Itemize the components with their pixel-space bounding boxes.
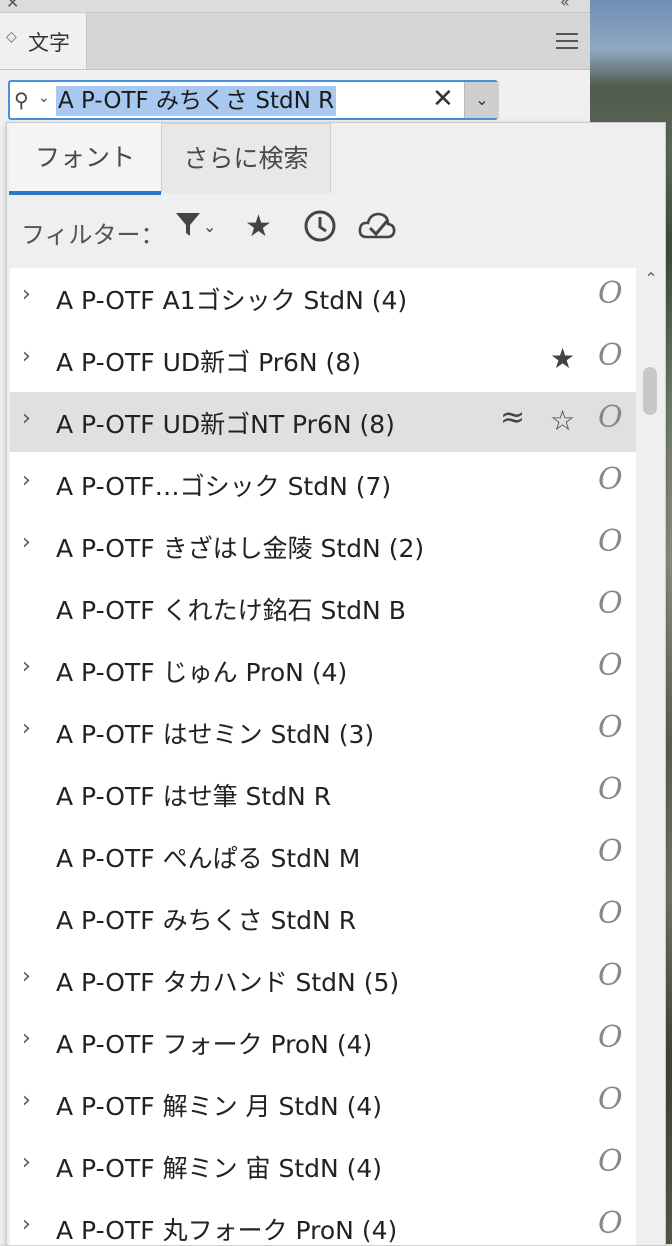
expand-chevron-icon[interactable]: › — [22, 1026, 31, 1051]
collapse-panel-icon[interactable]: « — [560, 0, 570, 11]
font-list-item[interactable]: A P-OTF くれたけ銘石 StdN B O — [10, 578, 636, 638]
font-name: A P-OTF…ゴシック StdN (7) — [56, 472, 392, 501]
font-name: A P-OTF タカハンド StdN (5) — [56, 968, 400, 997]
show-similar-icon[interactable]: ≈ — [500, 400, 525, 435]
expand-chevron-icon[interactable]: › — [22, 1212, 31, 1237]
font-list-item[interactable]: › A P-OTF じゅん ProN (4) O — [10, 640, 636, 700]
font-list-item[interactable]: A P-OTF みちくさ StdN R O — [10, 888, 636, 948]
font-list-item[interactable]: › A P-OTF きざはし金陵 StdN (2) O — [10, 516, 636, 576]
recent-clock-icon[interactable] — [303, 209, 337, 251]
font-search-input[interactable]: A P-OTF みちくさ StdN R — [56, 86, 337, 116]
font-list-item[interactable]: › A P-OTF 丸フォーク ProN (4) O — [10, 1198, 636, 1245]
opentype-icon: O — [598, 1206, 623, 1241]
opentype-icon: O — [598, 834, 623, 869]
opentype-icon: O — [598, 524, 623, 559]
tab-updown-icon: ◇ — [6, 29, 17, 45]
font-name: A P-OTF じゅん ProN (4) — [56, 658, 348, 687]
font-list-item[interactable]: › A P-OTF はせミン StdN (3) O — [10, 702, 636, 762]
favorites-star-icon[interactable]: ★ — [245, 209, 272, 244]
font-list-item[interactable]: › A P-OTF UD新ゴNT Pr6N (8) ≈ ☆ O — [10, 392, 636, 452]
font-list-popup: フォント さらに検索 フィルター： ⌄ ★ › A P-OTF A1ゴシック St… — [6, 122, 666, 1246]
font-dropdown-button[interactable]: ⌄ — [464, 82, 499, 118]
opentype-icon: O — [598, 710, 623, 745]
expand-chevron-icon[interactable]: › — [22, 282, 31, 307]
font-list-item[interactable]: › A P-OTF A1ゴシック StdN (4) O — [10, 268, 636, 328]
clear-search-icon[interactable]: ✕ — [432, 84, 454, 114]
font-name: A P-OTF はせ筆 StdN R — [56, 782, 332, 811]
opentype-icon: O — [598, 1082, 623, 1117]
opentype-icon: O — [598, 1144, 623, 1179]
font-name: A P-OTF フォーク ProN (4) — [56, 1030, 373, 1059]
font-name: A P-OTF みちくさ StdN R — [56, 906, 357, 935]
font-list-item[interactable]: A P-OTF はせ筆 StdN R O — [10, 764, 636, 824]
tab-fonts[interactable]: フォント — [9, 123, 161, 195]
font-name: A P-OTF きざはし金陵 StdN (2) — [56, 534, 425, 563]
panel-menu-icon[interactable] — [556, 33, 578, 54]
font-name: A P-OTF ぺんぱる StdN M — [56, 844, 361, 873]
font-name: A P-OTF 解ミン 宙 StdN (4) — [56, 1154, 383, 1183]
expand-chevron-icon[interactable]: › — [22, 1150, 31, 1175]
font-name: A P-OTF UD新ゴNT Pr6N (8) — [56, 410, 395, 439]
opentype-icon: O — [598, 958, 623, 993]
expand-chevron-icon[interactable]: › — [22, 964, 31, 989]
scroll-up-icon[interactable]: ⌃ — [639, 269, 663, 288]
scrollbar-thumb[interactable] — [643, 367, 657, 415]
expand-chevron-icon[interactable]: › — [22, 468, 31, 493]
font-list-item[interactable]: › A P-OTF 解ミン 宙 StdN (4) O — [10, 1136, 636, 1196]
filter-funnel-icon[interactable] — [173, 209, 203, 247]
filter-chevron-down-icon[interactable]: ⌄ — [203, 217, 216, 236]
font-list-item[interactable]: › A P-OTF UD新ゴ Pr6N (8) ★ O — [10, 330, 636, 390]
font-list: › A P-OTF A1ゴシック StdN (4) O › A P-OTF UD新ゴ P… — [10, 268, 636, 1245]
panel-tabbar: ◇ 文字 — [0, 13, 590, 70]
font-name: A P-OTF 丸フォーク ProN (4) — [56, 1216, 398, 1245]
search-options-chevron-icon[interactable]: ⌄ — [38, 90, 50, 106]
font-name: A P-OTF A1ゴシック StdN (4) — [56, 286, 408, 315]
opentype-icon: O — [598, 462, 623, 497]
filter-row: フィルター： ⌄ ★ — [7, 203, 665, 259]
expand-chevron-icon[interactable]: › — [22, 344, 31, 369]
expand-chevron-icon[interactable]: › — [22, 406, 31, 431]
search-icon[interactable]: ⚲ — [14, 88, 29, 112]
opentype-icon: O — [598, 896, 623, 931]
font-list-item[interactable]: › A P-OTF 解ミン 月 StdN (4) O — [10, 1074, 636, 1134]
tab-character[interactable]: ◇ 文字 — [0, 13, 87, 69]
tab-find-more[interactable]: さらに検索 — [161, 123, 331, 193]
font-name: A P-OTF UD新ゴ Pr6N (8) — [56, 348, 361, 377]
popup-tabs: フォント さらに検索 — [7, 123, 665, 195]
close-panel-icon[interactable]: ✕ — [6, 0, 19, 12]
font-list-item[interactable]: › A P-OTF フォーク ProN (4) O — [10, 1012, 636, 1072]
font-list-item[interactable]: › A P-OTF…ゴシック StdN (7) O — [10, 454, 636, 514]
opentype-icon: O — [598, 338, 623, 373]
font-name: A P-OTF くれたけ銘石 StdN B — [56, 596, 406, 625]
expand-chevron-icon[interactable]: › — [22, 1088, 31, 1113]
expand-chevron-icon[interactable]: › — [22, 716, 31, 741]
filter-label: フィルター： — [21, 221, 165, 249]
cloud-check-icon[interactable] — [357, 209, 397, 251]
expand-chevron-icon[interactable]: › — [22, 530, 31, 555]
opentype-icon: O — [598, 1020, 623, 1055]
opentype-icon: O — [598, 400, 623, 435]
font-name: A P-OTF はせミン StdN (3) — [56, 720, 375, 749]
opentype-icon: O — [598, 586, 623, 621]
font-name: A P-OTF 解ミン 月 StdN (4) — [56, 1092, 383, 1121]
font-search-field[interactable]: ⚲ ⌄ A P-OTF みちくさ StdN R ✕ ⌄ — [8, 80, 499, 120]
font-list-item[interactable]: › A P-OTF タカハンド StdN (5) O — [10, 950, 636, 1010]
opentype-icon: O — [598, 276, 623, 311]
expand-chevron-icon[interactable]: › — [22, 654, 31, 679]
favorite-star-icon[interactable]: ☆ — [550, 404, 575, 437]
font-list-item[interactable]: A P-OTF ぺんぱる StdN M O — [10, 826, 636, 886]
opentype-icon: O — [598, 648, 623, 683]
favorite-star-icon[interactable]: ★ — [550, 342, 575, 375]
opentype-icon: O — [598, 772, 623, 807]
tab-character-label: 文字 — [28, 31, 70, 55]
chevron-down-icon: ⌄ — [475, 90, 489, 109]
panel-title-strip: ✕ « — [0, 0, 590, 13]
